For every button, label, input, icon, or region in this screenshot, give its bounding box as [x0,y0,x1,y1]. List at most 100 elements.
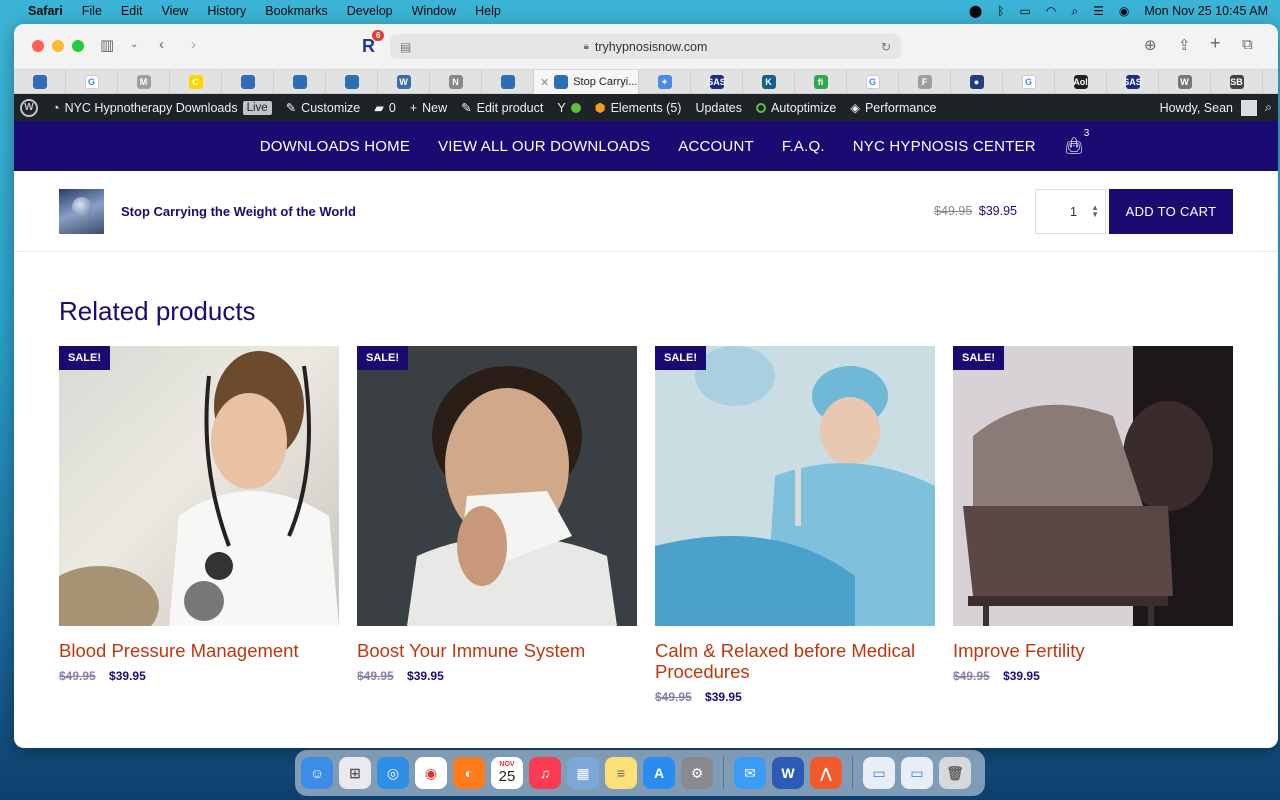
tab[interactable]: G [66,70,118,94]
preview-icon[interactable]: ▦ [567,757,599,789]
word-icon[interactable]: W [772,757,804,789]
edit-product-link[interactable]: ✎ Edit product [461,100,543,116]
tab[interactable] [274,70,326,94]
tab[interactable] [222,70,274,94]
new-content-link[interactable]: + New [410,101,447,115]
elements-menu[interactable]: ⬢ Elements (5) [595,100,682,116]
tab[interactable]: F [899,70,951,94]
tab[interactable]: C [170,70,222,94]
comments-link[interactable]: ▰ 0 [374,100,396,116]
mail-icon[interactable]: ✉ [734,757,766,789]
finder-icon[interactable]: ☺ [301,757,333,789]
status-app-icon[interactable]: ⬤ [969,4,982,18]
tab[interactable] [14,70,66,94]
documents-stack-icon[interactable]: ▭ [901,757,933,789]
tab-overview-icon[interactable]: ⧉ [1242,36,1253,53]
product-title[interactable]: Calm & Relaxed before Medical Procedures [655,640,935,682]
menu-window[interactable]: Window [412,4,456,18]
cart-link[interactable]: 👜︎ 3 [1064,128,1090,156]
tab-active[interactable]: ✕ Stop Carryi... [534,70,639,94]
menu-view[interactable]: View [161,4,188,18]
performance-menu[interactable]: ◈ Performance [850,100,936,116]
reader-view-icon[interactable]: ▤ [400,40,411,54]
product-title[interactable]: Boost Your Immune System [357,640,637,661]
product-image[interactable]: SALE! [357,346,637,626]
product-card-medical-procedures[interactable]: SALE! Calm & Relaxed before Medical Proc… [655,346,935,704]
search-icon[interactable]: ⌕ [1265,100,1272,115]
downloads-icon[interactable]: ⊕ [1144,36,1157,54]
menu-help[interactable]: Help [475,4,501,18]
tab[interactable]: fi [795,70,847,94]
nav-view-all-downloads[interactable]: VIEW ALL OUR DOWNLOADS [438,138,650,155]
autoptimize-menu[interactable]: Autoptimize [756,101,836,115]
chrome-icon[interactable]: ◉ [415,757,447,789]
extension-r-icon[interactable]: R6 [362,30,385,57]
firefox-icon[interactable]: ◐ [453,757,485,789]
howdy-user[interactable]: Howdy, Sean [1160,101,1233,115]
tab[interactable]: G [1003,70,1055,94]
tab[interactable]: N [430,70,482,94]
tab[interactable]: SB [1211,70,1263,94]
appstore-icon[interactable]: A [643,757,675,789]
calendar-icon[interactable]: NOV 25 [491,757,523,789]
tab[interactable]: M [118,70,170,94]
updates-link[interactable]: Updates [695,101,742,115]
product-title[interactable]: Improve Fertility [953,640,1233,661]
menu-history[interactable]: History [207,4,246,18]
siri-icon[interactable]: ◉ [1119,4,1129,18]
forward-arrow-icon[interactable]: › [191,36,196,53]
stepper-arrows-icon[interactable]: ▲ ▼ [1091,204,1099,219]
menu-app-name[interactable]: Safari [28,4,63,18]
menubar-clock[interactable]: Mon Nov 25 10:45 AM [1144,4,1268,18]
menu-bookmarks[interactable]: Bookmarks [265,4,328,18]
tab[interactable]: G [847,70,899,94]
trash-icon[interactable]: 🗑︎ [939,757,971,789]
menu-develop[interactable]: Develop [347,4,393,18]
new-tab-icon[interactable]: + [1210,33,1221,54]
tab[interactable]: W [1159,70,1211,94]
quantity-stepper[interactable]: 1 ▲ ▼ [1035,188,1106,234]
safari-icon[interactable]: ◎ [377,757,409,789]
menu-file[interactable]: File [82,4,102,18]
reload-icon[interactable]: ↻ [881,40,891,54]
share-icon[interactable]: ⇪ [1178,36,1191,54]
battery-icon[interactable]: ▭ [1020,4,1031,18]
control-center-icon[interactable]: ☰ [1093,4,1104,18]
product-image[interactable]: SALE! [59,346,339,626]
tab[interactable]: SAS [691,70,743,94]
system-settings-icon[interactable]: ⚙ [681,757,713,789]
sidebar-toggle-icon[interactable]: ▥ [100,36,114,54]
product-card-blood-pressure[interactable]: SALE! Blood Pressure Management $49.95 $… [59,346,339,704]
admin-site-name[interactable]: ◔ NYC Hypnotherapy Downloads Live [52,100,272,115]
product-image[interactable]: SALE! [953,346,1233,626]
nav-downloads-home[interactable]: DOWNLOADS HOME [260,138,410,155]
tab[interactable]: ● [951,70,1003,94]
tab[interactable]: SAS [1107,70,1159,94]
tab[interactable]: W [378,70,430,94]
customize-link[interactable]: ✎ Customize [286,100,361,116]
product-card-immune-system[interactable]: SALE! Boost Your Immune System $49.95 $3… [357,346,637,704]
spotlight-search-icon[interactable]: ⌕ [1071,4,1078,19]
tab[interactable] [482,70,534,94]
menu-edit[interactable]: Edit [121,4,143,18]
nav-faq[interactable]: F.A.Q. [782,138,825,155]
wp-logo-menu[interactable]: W [20,98,38,117]
close-window-button[interactable] [32,40,44,52]
tab[interactable] [326,70,378,94]
product-title[interactable]: Blood Pressure Management [59,640,339,661]
tab[interactable]: Aol [1055,70,1107,94]
wifi-icon[interactable]: ◠ [1046,4,1056,18]
back-arrow-icon[interactable]: ‹ [159,36,164,53]
zoom-window-button[interactable] [72,40,84,52]
address-bar[interactable]: ▤ 🔒︎ tryhypnosisnow.com ↻ [390,34,901,59]
chevron-down-icon[interactable]: ⌄ [130,39,138,50]
downloads-stack-icon[interactable]: ▭ [863,757,895,789]
avatar[interactable] [1240,99,1257,116]
close-tab-icon[interactable]: ✕ [540,76,549,89]
product-card-fertility[interactable]: SALE! Improve Fertility $49.95 $39.95 [953,346,1233,704]
minimize-window-button[interactable] [52,40,64,52]
tab[interactable]: K [743,70,795,94]
notes-icon[interactable]: ≡ [605,757,637,789]
tab[interactable]: ✦ [639,70,691,94]
product-image[interactable]: SALE! [655,346,935,626]
